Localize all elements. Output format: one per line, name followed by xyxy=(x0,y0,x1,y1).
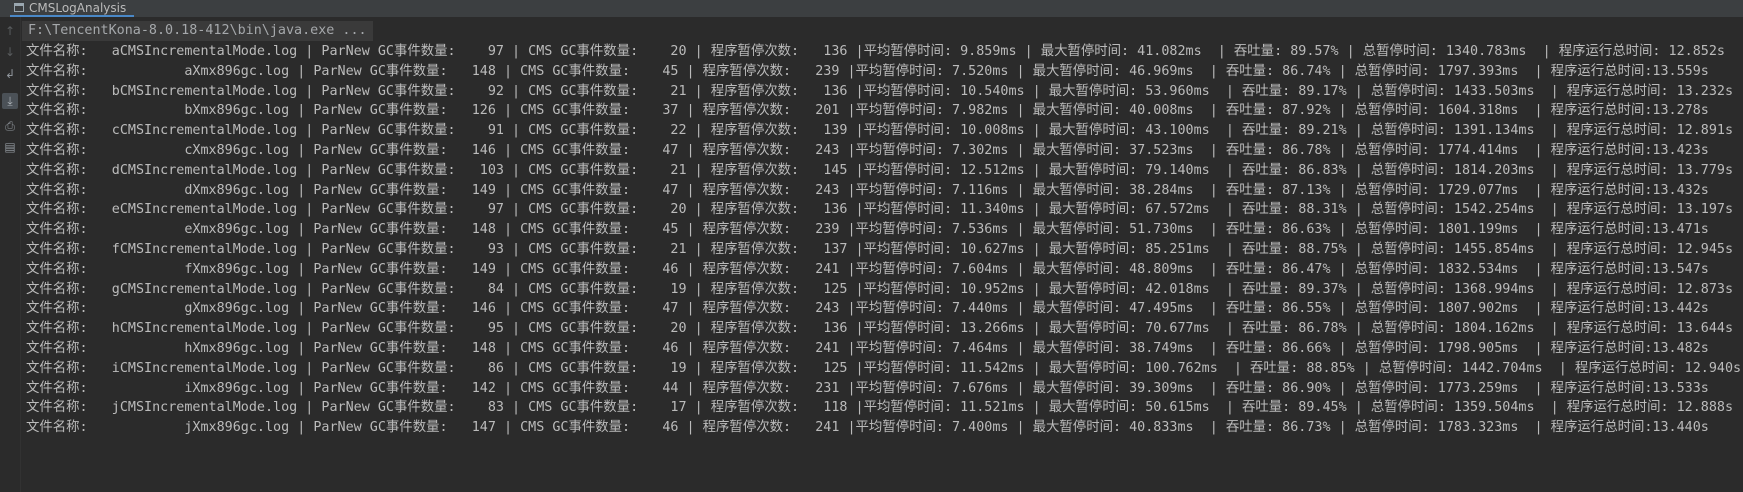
output-line: 文件名称: gCMSIncrementalMode.log | ParNew G… xyxy=(26,281,1734,297)
output-line: 文件名称: fCMSIncrementalMode.log | ParNew G… xyxy=(26,241,1734,257)
output-line: 文件名称: eXmx896gc.log | ParNew GC事件数量: 148… xyxy=(26,222,1709,238)
output-line: 文件名称: eCMSIncrementalMode.log | ParNew G… xyxy=(26,202,1734,218)
console-tab-icon xyxy=(14,3,24,12)
soft-wrap-icon[interactable]: ↲ xyxy=(2,66,18,82)
output-line: 文件名称: cXmx896gc.log | ParNew GC事件数量: 146… xyxy=(26,142,1709,158)
scroll-to-end-icon[interactable]: ⤓ xyxy=(2,93,18,109)
output-line: 文件名称: bXmx896gc.log | ParNew GC事件数量: 126… xyxy=(26,103,1709,119)
output-line: 文件名称: hXmx896gc.log | ParNew GC事件数量: 148… xyxy=(26,340,1709,356)
output-line: 文件名称: jCMSIncrementalMode.log | ParNew G… xyxy=(26,400,1734,416)
output-line: 文件名称: dXmx896gc.log | ParNew GC事件数量: 149… xyxy=(26,182,1709,198)
tab-cmsloganalysis[interactable]: CMSLogAnalysis xyxy=(10,0,135,17)
output-line: 文件名称: iCMSIncrementalMode.log | ParNew G… xyxy=(26,360,1742,376)
output-line: 文件名称: iXmx896gc.log | ParNew GC事件数量: 142… xyxy=(26,380,1709,396)
arrow-up-icon[interactable]: ↑ xyxy=(2,23,18,39)
console-toolbar: ↑ ↓ ↲ ⤓ ⎙ ▤ xyxy=(0,17,21,492)
tab-label: CMSLogAnalysis xyxy=(29,0,127,15)
output-line: 文件名称: fXmx896gc.log | ParNew GC事件数量: 149… xyxy=(26,261,1709,277)
output-line: 文件名称: gXmx896gc.log | ParNew GC事件数量: 146… xyxy=(26,301,1709,317)
command-line-row: F:\TencentKona-8.0.18-412\bin\java.exe .… xyxy=(22,20,373,42)
console-output[interactable]: F:\TencentKona-8.0.18-412\bin\java.exe .… xyxy=(22,20,1743,492)
output-line: 文件名称: cCMSIncrementalMode.log | ParNew G… xyxy=(26,123,1734,139)
output-line: 文件名称: aCMSIncrementalMode.log | ParNew G… xyxy=(26,44,1725,59)
print-icon[interactable]: ⎙ xyxy=(2,118,18,134)
output-lines: 文件名称: aCMSIncrementalMode.log | ParNew G… xyxy=(26,42,1741,438)
run-tab-bar: CMSLogAnalysis xyxy=(0,0,1743,17)
output-line: 文件名称: hCMSIncrementalMode.log | ParNew G… xyxy=(26,321,1734,337)
trash-icon[interactable]: ▤ xyxy=(2,139,18,155)
command-line[interactable]: F:\TencentKona-8.0.18-412\bin\java.exe .… xyxy=(22,21,373,41)
output-line: 文件名称: bCMSIncrementalMode.log | ParNew G… xyxy=(26,83,1734,99)
output-line: 文件名称: dCMSIncrementalMode.log | ParNew G… xyxy=(26,162,1734,178)
arrow-down-icon[interactable]: ↓ xyxy=(2,44,18,60)
output-line: 文件名称: aXmx896gc.log | ParNew GC事件数量: 148… xyxy=(26,63,1709,79)
output-line: 文件名称: jXmx896gc.log | ParNew GC事件数量: 147… xyxy=(26,420,1709,436)
